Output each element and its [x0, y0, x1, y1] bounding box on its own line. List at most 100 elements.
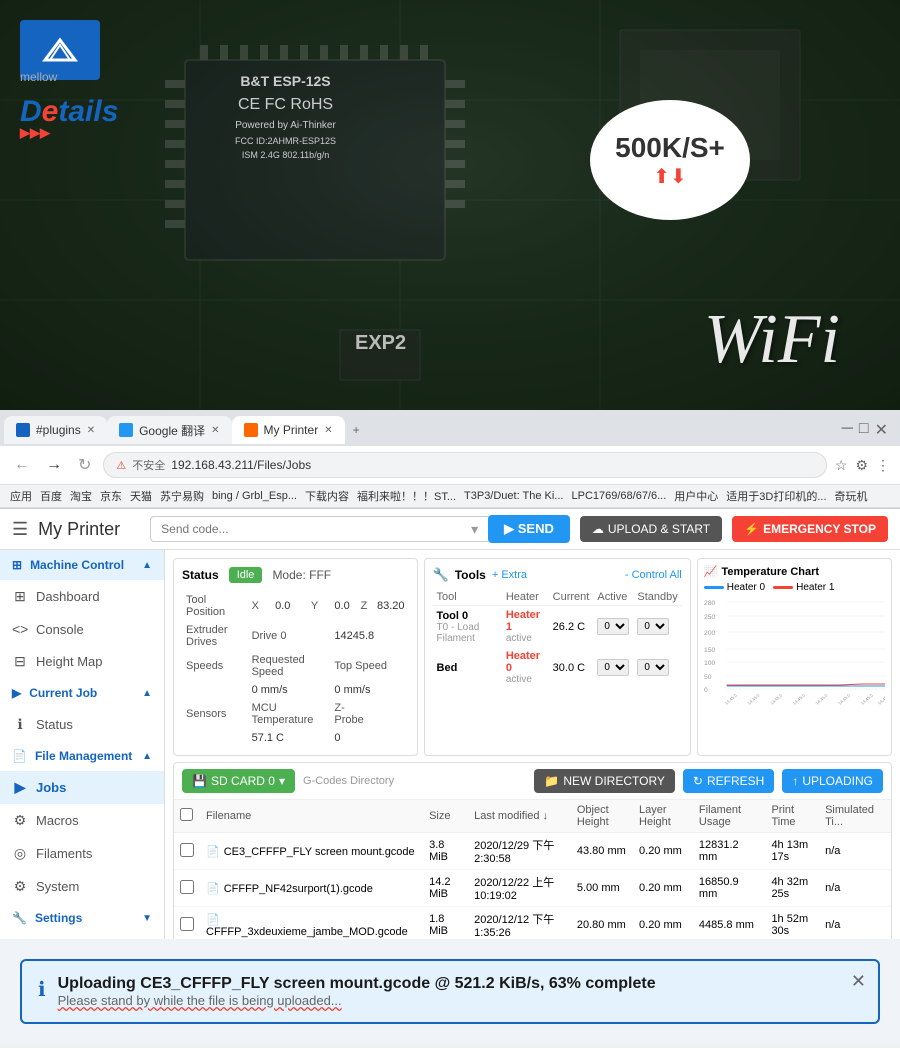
svg-text:100: 100 — [704, 660, 716, 667]
tab-add-button[interactable]: + — [345, 419, 368, 441]
new-directory-button[interactable]: 📁 NEW DIRECTORY — [534, 769, 675, 793]
bookmark-taobao[interactable]: 淘宝 — [70, 488, 92, 504]
svg-text:14:45:0: 14:45:0 — [859, 693, 874, 706]
upload-start-button[interactable]: ☁ UPLOAD & START — [580, 516, 722, 542]
file-checkbox-0[interactable] — [180, 843, 194, 857]
browser-menu[interactable]: ⋮ — [876, 457, 890, 474]
svg-text:200: 200 — [704, 630, 716, 637]
status-label: Status — [36, 717, 73, 732]
sidebar-item-filaments[interactable]: ◎ Filaments — [0, 837, 164, 870]
folder-icon: 📁 — [544, 774, 559, 788]
bookmark-t3p3[interactable]: T3P3/Duet: The Ki... — [464, 490, 563, 502]
current-temp-0: 26.2 C — [549, 606, 594, 648]
col-active-header: Active — [593, 589, 633, 606]
sidebar-section-settings[interactable]: 🔧 Settings ▼ — [0, 903, 164, 933]
bookmark-user[interactable]: 用户中心 — [674, 488, 718, 504]
active-val-1: 0 — [593, 647, 633, 688]
bookmark-3d[interactable]: 适用于3D打印机的... — [726, 488, 826, 504]
svg-text:14:45:0: 14:45:0 — [746, 693, 761, 706]
tab-plugins[interactable]: #plugins ✕ — [4, 416, 107, 444]
file-checkbox-2[interactable] — [180, 917, 194, 931]
browser-minimize[interactable]: ─ — [842, 420, 853, 440]
reload-button[interactable]: ↻ — [74, 453, 95, 477]
col-standby-header: Standby — [633, 589, 681, 606]
sidebar-section-current-job[interactable]: ▶ Current Job ▲ — [0, 678, 164, 708]
svg-text:14:45:0: 14:45:0 — [723, 693, 738, 706]
status-label: Status — [182, 568, 219, 582]
send-icon: ▶ — [504, 521, 514, 536]
file-table-header: Filename Size Last modified ↓ Object Hei… — [174, 800, 891, 833]
browser-close[interactable]: ✕ — [875, 420, 888, 440]
bookmark-jd[interactable]: 京东 — [100, 488, 122, 504]
bookmark-star[interactable]: ☆ — [835, 457, 848, 474]
sidebar-item-macros[interactable]: ⚙ Macros — [0, 804, 164, 837]
hamburger-menu[interactable]: ☰ — [12, 519, 28, 540]
bookmark-qiwan[interactable]: 奇玩机 — [835, 488, 868, 504]
browser-maximize[interactable]: □ — [859, 420, 869, 440]
exp2-label: EXP2 — [355, 332, 406, 355]
uploading-button[interactable]: ↑ UPLOADING — [782, 769, 883, 793]
bookmark-lpc[interactable]: LPC1769/68/67/6... — [571, 490, 666, 502]
speed-value: 500K/S+ — [615, 132, 725, 164]
sd-icon: 💾 — [192, 774, 207, 788]
select-all-col — [174, 800, 200, 833]
bottom-notify-icon: ℹ — [38, 977, 46, 1002]
bookmark-download[interactable]: 下载内容 — [305, 488, 349, 504]
active-select-1[interactable]: 0 — [597, 659, 629, 676]
sidebar-item-jobs[interactable]: ▶ Jobs — [0, 771, 164, 804]
send-dropdown-arrow[interactable]: ▾ — [471, 521, 478, 538]
col-modified[interactable]: Last modified ↓ — [468, 800, 571, 833]
bookmark-tmall[interactable]: 天猫 — [130, 488, 152, 504]
send-code-input[interactable] — [150, 516, 491, 542]
legend-label-heater1: Heater 1 — [796, 582, 834, 593]
bookmark-baidu[interactable]: 百度 — [40, 488, 62, 504]
tab-close-translate[interactable]: ✕ — [211, 425, 219, 436]
bookmark-apps[interactable]: 应用 — [10, 488, 32, 504]
sidebar-item-dashboard[interactable]: ⊞ Dashboard — [0, 580, 164, 613]
bottom-section: ℹ Uploading CE3_CFFFP_FLY screen mount.g… — [0, 939, 900, 1044]
tab-close-printer[interactable]: ✕ — [324, 425, 332, 436]
main-content: ⊞ Machine Control ▲ ⊞ Dashboard <> Conso… — [0, 550, 900, 939]
file-checkbox-1[interactable] — [180, 880, 194, 894]
browser-extensions[interactable]: ⚙ — [855, 457, 868, 474]
url-bar[interactable]: ⚠ 不安全 192.168.43.211/Files/Jobs — [103, 452, 826, 478]
sidebar-item-console[interactable]: <> Console — [0, 613, 164, 645]
tools-extra[interactable]: + Extra — [492, 569, 527, 581]
sidebar-item-system[interactable]: ⚙ System — [0, 870, 164, 903]
send-button[interactable]: ▶ SEND — [488, 515, 570, 543]
bookmark-bing[interactable]: bing / Grbl_Esp... — [212, 490, 297, 502]
standby-select-0[interactable]: 0 — [637, 618, 669, 635]
select-all-checkbox[interactable] — [180, 808, 193, 821]
control-all[interactable]: - Control All — [625, 569, 682, 581]
console-icon: <> — [12, 621, 28, 637]
tools-table: Tool Heater Current Active Standby Tool … — [433, 589, 682, 688]
hero-banner: B&T ESP-12S CE FC RoHS Powered by Ai-Thi… — [0, 0, 900, 410]
tab-close-plugins[interactable]: ✕ — [87, 425, 95, 436]
tab-printer[interactable]: My Printer ✕ — [232, 416, 345, 444]
bottom-notify-close-button[interactable]: ✕ — [851, 971, 866, 992]
back-button[interactable]: ← — [10, 454, 34, 476]
file-icon-0: 📄 — [206, 846, 220, 858]
sidebar-item-height-map[interactable]: ⊟ Height Map — [0, 645, 164, 678]
bookmark-suning[interactable]: 苏宁易购 — [160, 488, 204, 504]
standby-select-1[interactable]: 0 — [637, 659, 669, 676]
sd-card-button[interactable]: 💾 SD CARD 0 ▾ — [182, 769, 295, 793]
emergency-stop-button[interactable]: ⚡ EMERGENCY STOP — [732, 516, 888, 542]
sensors-label: Sensors — [182, 699, 248, 729]
file-checkbox-cell-0 — [174, 833, 200, 870]
sidebar-section-file-management[interactable]: 📄 File Management ▲ — [0, 741, 164, 771]
sidebar-section-machine-control[interactable]: ⊞ Machine Control ▲ — [0, 550, 164, 580]
console-label: Console — [36, 622, 84, 637]
status-icon: ℹ — [12, 716, 28, 733]
file-obj-height-2: 20.80 mm — [571, 907, 633, 940]
forward-button[interactable]: → — [42, 454, 66, 476]
tab-translate[interactable]: Google 翻译 ✕ — [107, 416, 231, 444]
sidebar-item-status[interactable]: ℹ Status — [0, 708, 164, 741]
refresh-button[interactable]: ↻ REFRESH — [683, 769, 774, 793]
url-text: 192.168.43.211/Files/Jobs — [171, 458, 311, 472]
top-speed-label: Top Speed — [330, 651, 408, 681]
top-row: Status Idle Mode: FFF Tool Position X 0.… — [173, 558, 892, 756]
bookmark-fulilaila[interactable]: 福利来啦！！！ST... — [357, 488, 456, 504]
bottom-notify-title: Uploading CE3_CFFFP_FLY screen mount.gco… — [58, 975, 862, 993]
active-select-0[interactable]: 0 — [597, 618, 629, 635]
